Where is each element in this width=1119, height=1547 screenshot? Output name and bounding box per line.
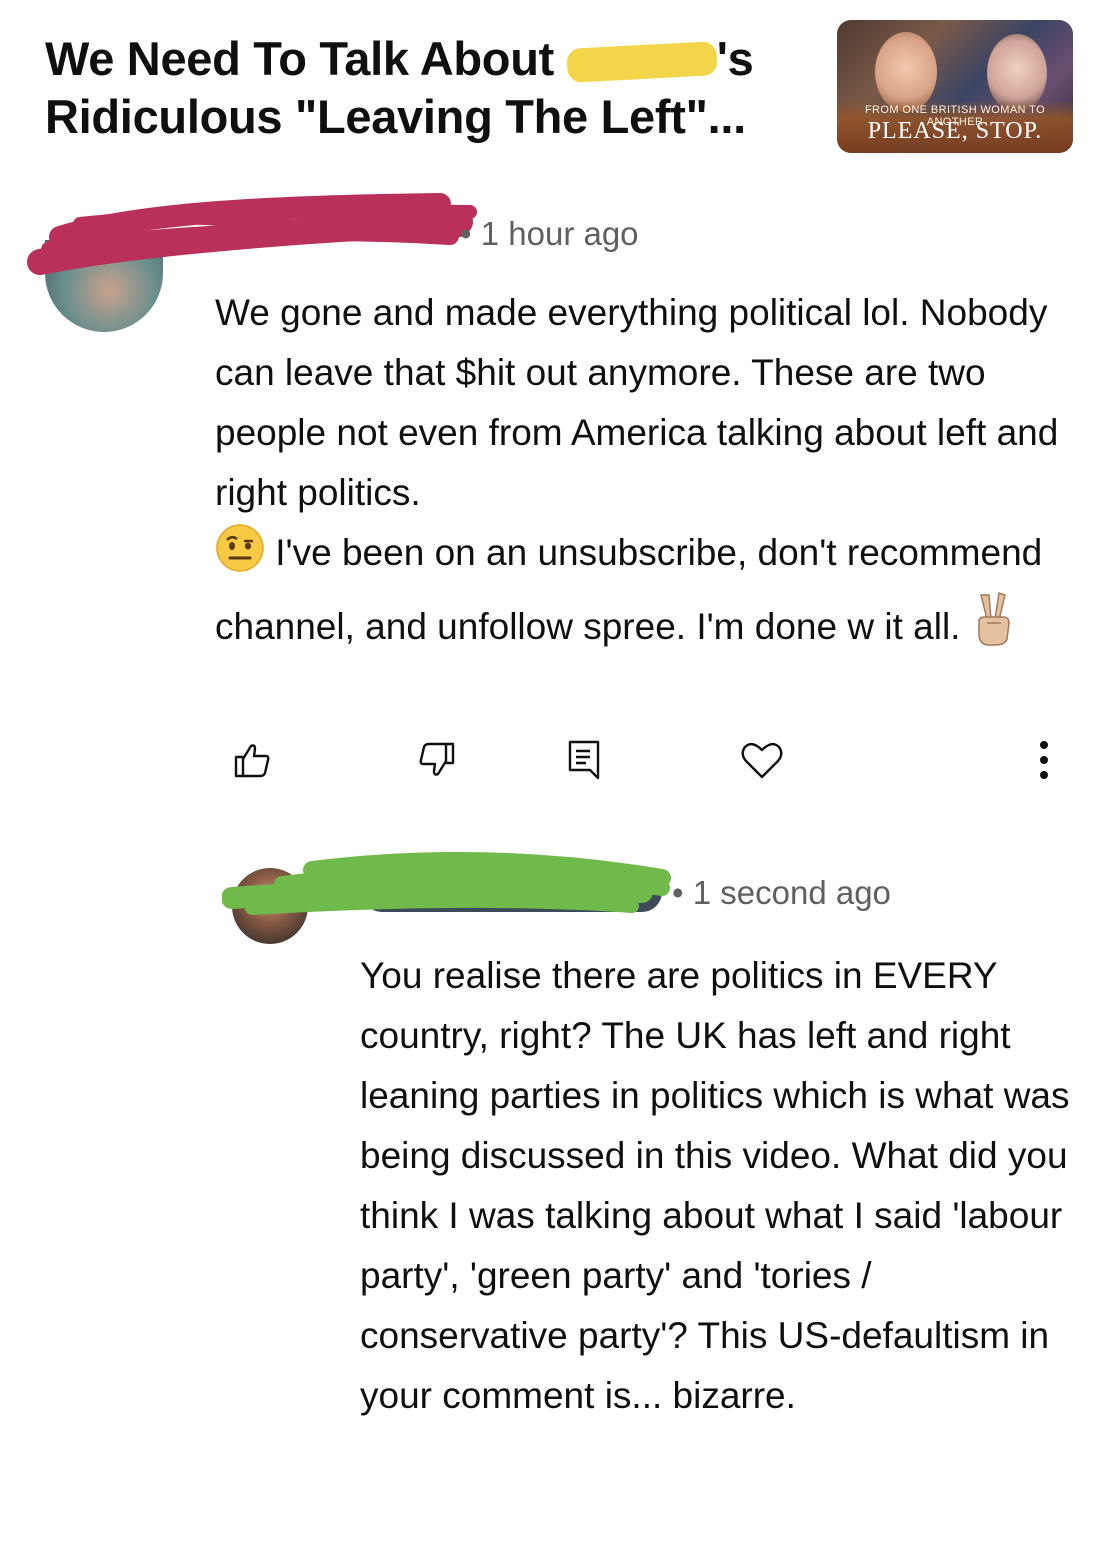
comment-timestamp: 1 hour ago (480, 215, 639, 252)
video-title[interactable]: We Need To Talk About 's Ridiculous "Lea… (45, 30, 805, 146)
comment-text: We gone and made everything political lo… (215, 283, 1085, 665)
raised-eyebrow-face-icon (215, 523, 265, 591)
reply-icon[interactable] (562, 735, 606, 785)
more-icon[interactable] (1022, 735, 1066, 785)
video-title-line-2: Ridiculous "Leaving The Left"... (45, 90, 746, 143)
username-redaction (222, 851, 671, 915)
dislike-icon[interactable] (415, 735, 459, 785)
comment-timestamp: 1 second ago (692, 874, 891, 911)
redaction-mark (565, 41, 718, 83)
video-title-line-1: We Need To Talk About 's (45, 32, 754, 85)
comment-meta: • 1 second ago (672, 874, 891, 911)
comment-meta: • 1 hour ago (460, 215, 639, 252)
comment-actions (0, 735, 1119, 795)
heart-icon[interactable] (740, 735, 784, 785)
thumbnail-caption-big: Please, stop. (867, 118, 1043, 144)
victory-hand-icon (971, 591, 1015, 665)
username-redaction (27, 193, 477, 275)
reply-text: You realise there are politics in EVERY … (360, 955, 1070, 1416)
video-thumbnail[interactable]: From one British woman to another Please… (837, 20, 1073, 153)
like-icon[interactable] (230, 735, 274, 785)
